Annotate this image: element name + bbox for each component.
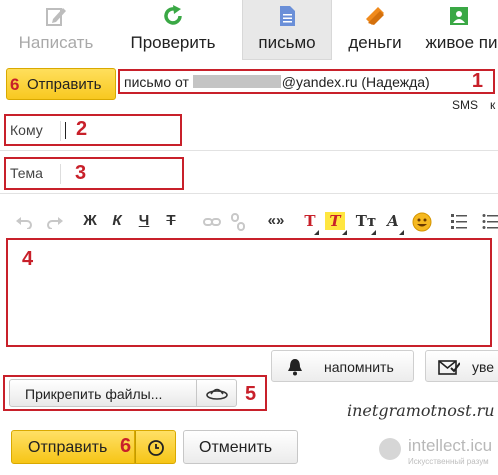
link-icon[interactable]	[203, 215, 221, 229]
annotation-number-1: 1	[471, 70, 483, 92]
write-label: Написать	[18, 33, 94, 52]
undo-icon[interactable]	[15, 215, 33, 229]
document-icon	[280, 6, 295, 26]
intellect-logo: intellect.icu Искусственный разум	[374, 428, 498, 475]
remind-label: напомнить	[324, 359, 394, 375]
live-card-button[interactable]: живое пи	[414, 0, 498, 60]
write-button[interactable]: Написать	[4, 0, 108, 60]
text-color-dropdown-corner	[314, 230, 319, 235]
send-bottom-label: Отправить	[28, 439, 108, 456]
wallet-icon	[366, 7, 384, 25]
annotation-number-2: 2	[76, 118, 88, 140]
from-prefix: письмо от	[124, 74, 189, 90]
cancel-button[interactable]: Отменить	[183, 430, 298, 464]
text-color-button[interactable]: Т	[300, 212, 320, 230]
logo-emblem	[379, 438, 401, 460]
money-button[interactable]: деньги	[339, 0, 411, 60]
annotation-number-4: 4	[22, 248, 34, 270]
letter-tab[interactable]: письмо	[242, 0, 332, 60]
logo-tagline: Искусственный разум	[408, 457, 489, 466]
money-label: деньги	[348, 33, 402, 52]
smiley-icon[interactable]	[412, 212, 432, 232]
notify-label: уве	[472, 359, 495, 375]
subject-label: Тема	[10, 165, 43, 181]
numbered-list-icon[interactable]	[451, 213, 467, 231]
unlink-icon[interactable]	[230, 213, 246, 231]
bold-button[interactable]: Ж	[80, 212, 100, 229]
letter-label: письмо	[258, 33, 316, 52]
top-toolbar: Написать Проверить письмо деньги живое п…	[0, 0, 498, 62]
annotation-number-3: 3	[75, 162, 87, 184]
card-icon	[450, 7, 468, 25]
refresh-icon	[164, 5, 182, 25]
cancel-label: Отменить	[199, 439, 273, 456]
field-separator	[60, 164, 61, 184]
subject-field[interactable]: Тема 3	[4, 157, 184, 190]
format-toolbar: Ж К Ч Т «» Т Т Тт A	[0, 208, 498, 236]
clock-icon	[148, 440, 164, 456]
italic-button[interactable]: К	[107, 212, 127, 229]
to-field[interactable]: Кому 2	[4, 114, 182, 146]
font-dropdown-corner	[399, 230, 404, 235]
font-size-button[interactable]: Тт	[354, 212, 378, 230]
send-label: Отправить	[27, 76, 102, 93]
quotes-button[interactable]: «»	[262, 212, 290, 229]
annotation-number-6-bottom: 6	[120, 435, 132, 457]
site-watermark: inetgramotnost.ru	[347, 401, 495, 420]
check-label: Проверить	[130, 33, 216, 52]
from-field[interactable]: письмо от @yandex.ru (Надежда) 1	[118, 69, 495, 94]
text-caret	[65, 122, 66, 139]
attach-files-button[interactable]: Прикрепить файлы...	[9, 379, 197, 407]
check-button[interactable]: Проверить	[118, 0, 228, 60]
font-size-dropdown-corner	[371, 230, 376, 235]
background-color-button[interactable]: Т	[325, 212, 345, 230]
copy-link[interactable]: к	[490, 98, 495, 112]
send-button-bottom[interactable]: Отправить 6	[11, 430, 135, 464]
redacted-email	[192, 75, 281, 88]
field-separator	[60, 121, 61, 141]
redo-icon[interactable]	[46, 215, 64, 229]
pencil-icon	[46, 8, 66, 26]
notify-button[interactable]: уве	[425, 350, 498, 382]
from-domain: @yandex.ru (Надежда)	[281, 74, 430, 90]
font-family-button[interactable]: A	[383, 212, 403, 230]
delayed-send-button[interactable]	[135, 430, 176, 464]
underline-button[interactable]: Ч	[134, 212, 154, 229]
attach-label: Прикрепить файлы...	[25, 386, 163, 402]
sms-link[interactable]: SMS	[452, 98, 478, 112]
envelope-check-icon	[438, 360, 460, 375]
bell-icon	[288, 359, 302, 376]
send-button-top[interactable]: 6 Отправить	[6, 68, 116, 100]
annotation-number-5: 5	[245, 383, 257, 405]
flying-saucer-icon	[206, 388, 228, 400]
bg-color-dropdown-corner	[342, 230, 347, 235]
remind-button[interactable]: напомнить	[271, 350, 414, 382]
strikethrough-button[interactable]: Т	[161, 212, 181, 229]
disk-button[interactable]	[197, 379, 237, 407]
bulleted-list-icon[interactable]	[482, 213, 498, 231]
annotation-number-6: 6	[10, 75, 20, 94]
to-label: Кому	[10, 122, 43, 138]
live-card-label: живое пи	[425, 33, 498, 52]
logo-name: intellect.icu	[408, 436, 493, 455]
message-body-editor[interactable]: 4	[6, 238, 492, 347]
